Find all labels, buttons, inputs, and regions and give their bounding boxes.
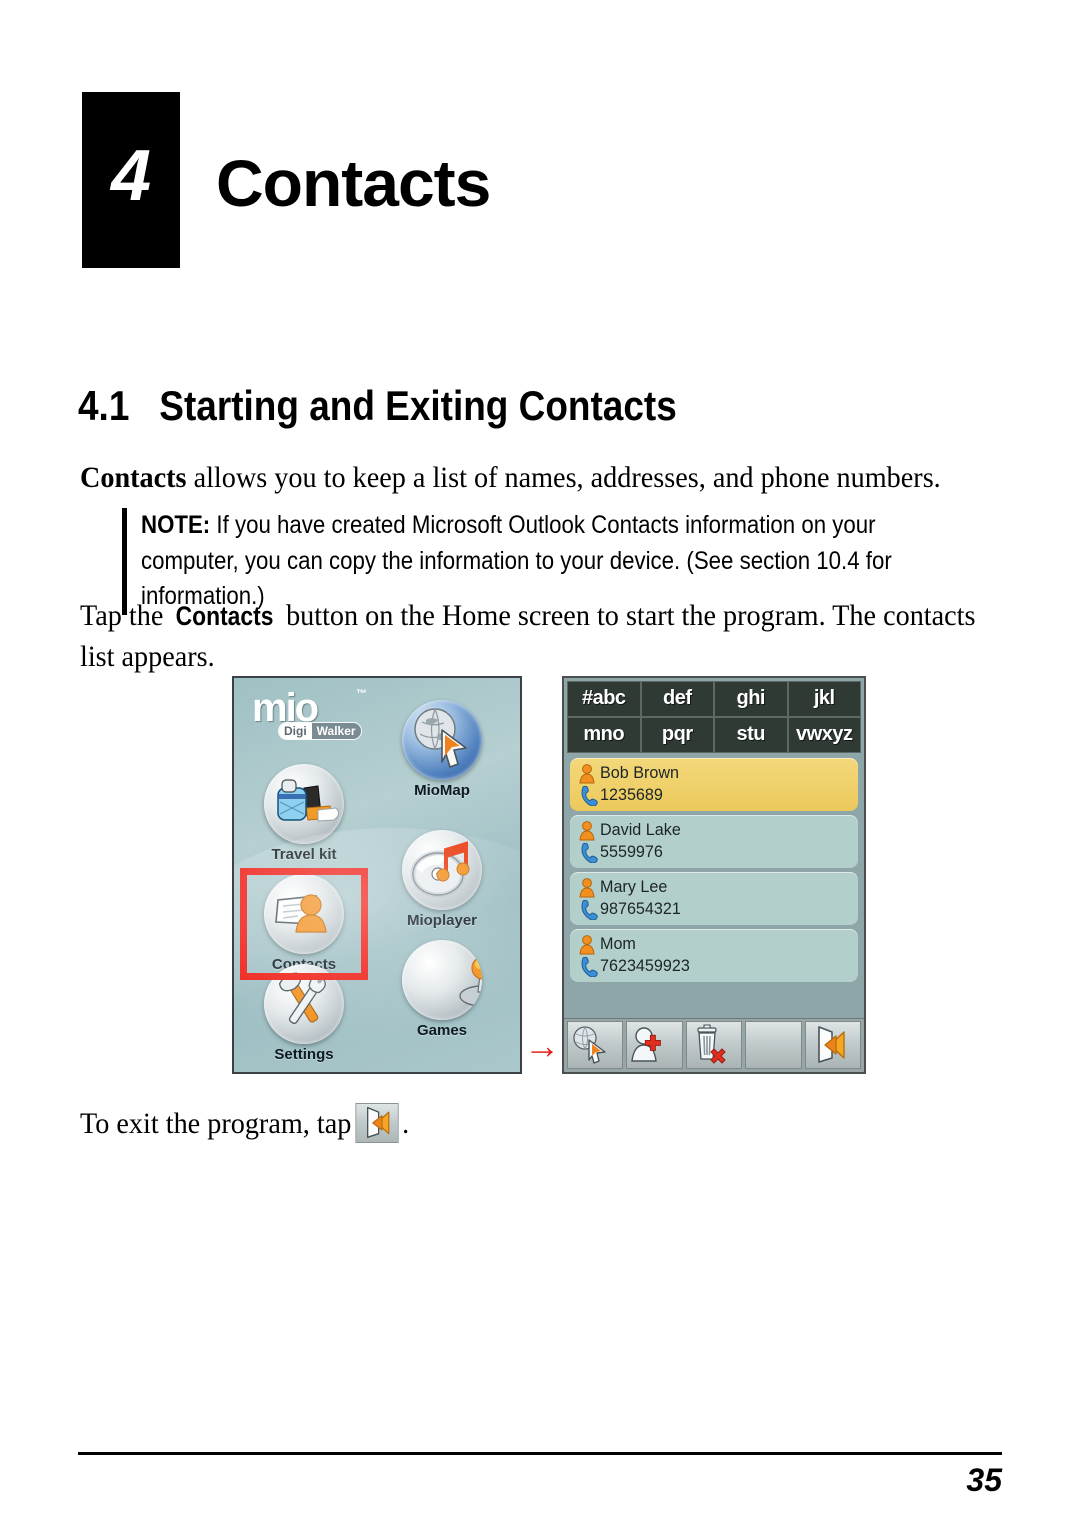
phone-icon <box>576 841 600 864</box>
figure-device-screenshots: mio ™ Digi Walker Travel kit MioMap Miop… <box>232 676 866 1074</box>
app-label: Travel kit <box>271 846 337 863</box>
alpha-key-ghi[interactable]: ghi <box>714 681 788 717</box>
globe-arrow-icon <box>402 700 482 780</box>
contact-name-line: David Lake <box>576 819 852 841</box>
intro-text: allows you to keep a list of names, addr… <box>186 461 941 494</box>
alphabet-filter-row-2: mno pqr stu vwxyz <box>567 717 861 753</box>
mio-logo: mio ™ Digi Walker <box>252 686 392 748</box>
footer-rule <box>78 1452 1002 1455</box>
inline-exit-icon[interactable] <box>355 1103 399 1143</box>
person-icon <box>576 933 600 955</box>
person-icon <box>576 876 600 898</box>
contact-phone-line: 7623459923 <box>576 955 852 978</box>
alpha-key-stu[interactable]: stu <box>714 717 788 753</box>
contact-name: Mom <box>600 934 636 953</box>
contact-name-line: Mary Lee <box>576 876 852 898</box>
trademark-icon: ™ <box>356 688 367 700</box>
chapter-title: Contacts <box>216 146 491 220</box>
digiwalker-badge: Digi Walker <box>278 722 362 740</box>
blank-toolbar-slot[interactable] <box>745 1021 802 1069</box>
contact-name: Mary Lee <box>600 877 668 896</box>
alpha-key-jkl[interactable]: jkl <box>787 681 861 717</box>
page-number: 35 <box>966 1462 1002 1498</box>
app-icon-travel-kit[interactable]: Travel kit <box>246 764 362 863</box>
home-screen-screenshot: mio ™ Digi Walker Travel kit MioMap Miop… <box>232 676 522 1074</box>
badge-digi-label: Digi <box>279 723 312 739</box>
person-icon <box>576 819 600 841</box>
phone-icon <box>576 955 600 978</box>
backpack-icon <box>264 764 344 844</box>
person-icon <box>576 762 600 784</box>
app-label: MioMap <box>414 782 470 799</box>
navigate-map-button[interactable] <box>567 1021 624 1069</box>
tap-text-before: Tap the <box>80 599 171 632</box>
alpha-key-abc[interactable]: #abc <box>567 681 641 717</box>
contact-phone: 1235689 <box>600 785 663 804</box>
contact-phone-line: 5559976 <box>576 841 852 864</box>
intro-bold-term: Contacts <box>80 461 187 494</box>
section-number: 4.1 <box>78 382 130 429</box>
contact-list-item[interactable]: Mary Lee 987654321 <box>570 872 858 925</box>
contacts-list-screenshot: #abc def ghi jkl mno pqr stu vwxyz Bob B… <box>562 676 866 1074</box>
delete-contact-button[interactable] <box>685 1021 743 1069</box>
contact-list: Bob Brown 1235689 David Lake 5559976 Mar… <box>564 753 864 1018</box>
contact-list-item[interactable]: Mom 7623459923 <box>570 929 858 982</box>
alpha-key-mno[interactable]: mno <box>567 717 641 753</box>
tap-bold-term: Contacts <box>175 601 274 631</box>
app-icon-mioplayer[interactable]: Mioplayer <box>384 830 500 929</box>
contact-list-item[interactable]: David Lake 5559976 <box>570 815 858 868</box>
alphabet-filter-row-1: #abc def ghi jkl <box>567 681 861 717</box>
exit-paragraph: To exit the program, tap . <box>80 1103 644 1144</box>
alpha-key-pqr[interactable]: pqr <box>640 717 714 753</box>
phone-icon <box>576 784 600 807</box>
exit-button[interactable] <box>804 1021 862 1069</box>
exit-text-before: To exit the program, tap <box>80 1107 352 1140</box>
section-title: Starting and Exiting Contacts <box>159 382 677 429</box>
add-contact-button[interactable] <box>626 1021 683 1069</box>
contact-name-line: Bob Brown <box>576 762 852 784</box>
tap-paragraph: Tap the Contacts button on the Home scre… <box>80 595 1011 678</box>
cd-music-icon <box>402 830 482 910</box>
contact-list-item[interactable]: Bob Brown 1235689 <box>570 758 858 811</box>
badge-walker-label: Walker <box>311 723 361 739</box>
contact-phone-line: 987654321 <box>576 898 852 921</box>
phone-icon <box>576 898 600 921</box>
app-label: Games <box>416 1022 468 1039</box>
contact-phone: 5559976 <box>600 842 663 861</box>
contact-phone: 987654321 <box>600 899 681 918</box>
contact-name-line: Mom <box>576 933 852 955</box>
chapter-number: 4 <box>110 136 152 216</box>
note-label: NOTE: <box>141 511 211 539</box>
contacts-highlight-box <box>240 868 368 980</box>
joystick-icon <box>402 940 482 1020</box>
contact-name: Bob Brown <box>600 763 680 782</box>
contact-name: David Lake <box>600 820 681 839</box>
chapter-number-box: 4 <box>82 92 180 268</box>
alphabet-filter-bar: #abc def ghi jkl mno pqr stu vwxyz <box>564 678 864 753</box>
alpha-key-def[interactable]: def <box>640 681 714 717</box>
chapter-header: 4 Contacts <box>82 92 491 268</box>
contact-phone: 7623459923 <box>600 956 690 975</box>
app-label: Mioplayer <box>406 912 478 929</box>
contact-phone-line: 1235689 <box>576 784 852 807</box>
contacts-toolbar <box>564 1018 864 1072</box>
intro-paragraph: Contacts allows you to keep a list of na… <box>80 457 1020 498</box>
exit-text-after: . <box>402 1107 410 1140</box>
flow-arrow-icon: → <box>524 1025 560 1066</box>
app-icon-games[interactable]: Games <box>384 940 500 1039</box>
alpha-key-vwxyz[interactable]: vwxyz <box>787 717 861 753</box>
app-icon-miomap[interactable]: MioMap <box>384 700 500 799</box>
app-label: Settings <box>274 1046 334 1063</box>
section-heading: 4.1 Starting and Exiting Contacts <box>78 382 677 430</box>
